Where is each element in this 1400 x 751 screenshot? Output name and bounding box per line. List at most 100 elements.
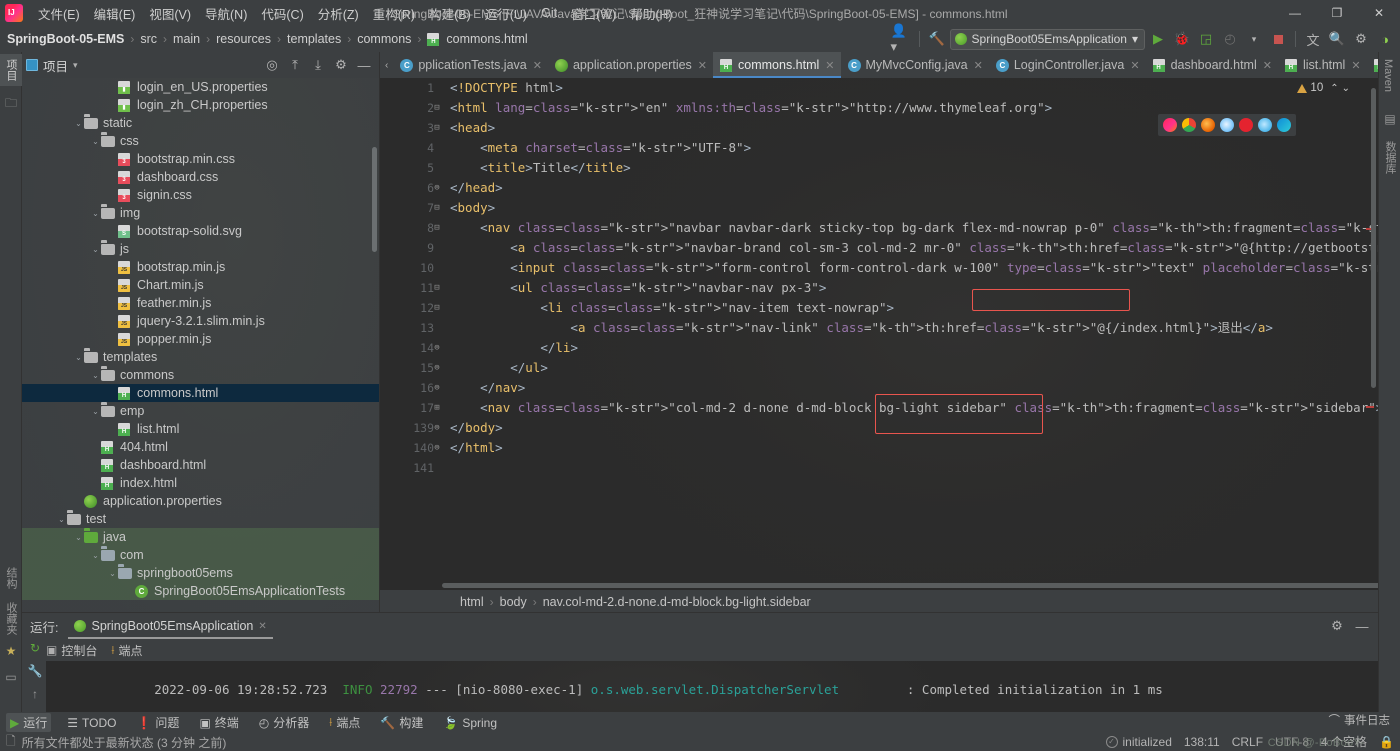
chevron-down-icon[interactable]: ⌄ xyxy=(90,245,101,254)
tree-item-chart-min-js[interactable]: Chart.min.js xyxy=(22,276,379,294)
run-icon[interactable]: ▶ xyxy=(1147,28,1169,50)
code-line[interactable]: <nav class=class="k-str">"navbar navbar-… xyxy=(442,218,1378,238)
next-problem-icon[interactable]: ⌄ xyxy=(1342,83,1350,94)
menu-build[interactable]: 构建(B) xyxy=(422,1,478,26)
tree-item-springboot05ems[interactable]: ⌄ springboot05ems xyxy=(22,564,379,582)
code-fold-icon[interactable]: ⊟ xyxy=(432,118,442,138)
tree-item-404-html[interactable]: 404.html xyxy=(22,438,379,456)
code-line[interactable]: <nav class=class="k-str">"col-md-2 d-non… xyxy=(442,398,1378,418)
status-button-endpoints[interactable]: ⟊ 端点 xyxy=(325,713,364,732)
code-line[interactable] xyxy=(442,458,1378,478)
editor-tab-application-properties[interactable]: application.properties ✕ xyxy=(548,52,713,78)
breadcrumb-templates[interactable]: templates xyxy=(287,32,341,46)
menu-view[interactable]: 视图(V) xyxy=(142,1,198,26)
line-separator[interactable]: CRLF xyxy=(1232,735,1263,749)
tree-item-dashboard-html[interactable]: dashboard.html xyxy=(22,456,379,474)
tabs-scroll-left-icon[interactable]: ‹ xyxy=(380,52,393,78)
chevron-down-icon[interactable]: ▾ xyxy=(73,60,78,71)
sidebar-item-database[interactable]: 数据库 xyxy=(1379,136,1400,179)
status-button-todo[interactable]: ☰ TODO xyxy=(63,715,120,731)
code-line[interactable]: <input class=class="k-str">"form-control… xyxy=(442,258,1378,278)
browser-launcher-bar[interactable] xyxy=(1158,114,1296,136)
tree-item-login-zh-ch-properties[interactable]: login_zh_CH.properties xyxy=(22,96,379,114)
breadcrumb-commons[interactable]: commons xyxy=(357,32,411,46)
editor-gutter[interactable]: 1 ⊟ 2 ⊟ 3 4 5 ⊜ 6 ⊟ 7 ⊟ 8 9 10 ⊟ 11 ⊟ 12 13 ⊜ 14 ⊜ 15 ⊜ 16 ⊞ 17 ⊜ 139… xyxy=(380,78,442,590)
hammer-icon[interactable]: 🔨 xyxy=(926,28,948,50)
menu-refactor[interactable]: 重构(R) xyxy=(366,1,422,26)
status-button-terminal[interactable]: ▣ 终端 xyxy=(195,713,242,732)
editor-tab-commons-html[interactable]: commons.html ✕ xyxy=(713,52,841,78)
code-line[interactable]: <body> xyxy=(442,198,1378,218)
sidebar-item-structure[interactable]: 结构 xyxy=(0,562,22,594)
chrome-icon[interactable] xyxy=(1182,118,1196,132)
close-icon[interactable]: ✕ xyxy=(698,59,707,72)
editor-vertical-scrollbar[interactable] xyxy=(1371,88,1376,388)
tree-item-java[interactable]: ⌄ java xyxy=(22,528,379,546)
menu-file[interactable]: 文件(E) xyxy=(31,1,87,26)
code-line[interactable]: </nav> xyxy=(442,378,1378,398)
code-fold-icon[interactable]: ⊟ xyxy=(432,278,442,298)
breadcrumb-main[interactable]: main xyxy=(173,32,200,46)
menu-code[interactable]: 代码(C) xyxy=(254,1,310,26)
project-tree[interactable]: login_en_US.properties login_zh_CH.proper… xyxy=(22,78,379,612)
status-button-profiler[interactable]: ◴ 分析器 xyxy=(255,713,314,732)
tree-item-jquery-3-2-1-slim-min-js[interactable]: jquery-3.2.1.slim.min.js xyxy=(22,312,379,330)
code-line[interactable]: <meta charset=class="k-str">"UTF-8"> xyxy=(442,138,1378,158)
status-button-spring[interactable]: 🍃 Spring xyxy=(439,715,501,731)
run-console-output[interactable]: 2022-09-06 19:28:52.723 INFO 22792 --- [… xyxy=(46,661,1378,712)
project-tree-scrollbar[interactable] xyxy=(372,147,377,252)
code-line[interactable]: <!DOCTYPE html> xyxy=(442,78,1378,98)
chevron-down-icon[interactable]: ⌄ xyxy=(90,407,101,416)
tree-item-commons[interactable]: ⌄ commons xyxy=(22,366,379,384)
close-icon[interactable]: ✕ xyxy=(258,621,266,632)
gear-icon[interactable]: ⚙ xyxy=(1326,615,1348,637)
editor-tab-list-html[interactable]: list.html ✕ xyxy=(1278,52,1367,78)
code-line[interactable]: <a class=class="k-str">"navbar-brand col… xyxy=(442,238,1378,258)
menu-window[interactable]: 窗口(W) xyxy=(564,1,623,26)
breadcrumb-src[interactable]: src xyxy=(140,32,157,46)
code-fold-icon[interactable]: ⊟ xyxy=(432,218,442,238)
close-icon[interactable]: ✕ xyxy=(1130,59,1139,72)
status-button-run[interactable]: ▶ 运行 xyxy=(6,713,52,732)
code-line[interactable]: </head> xyxy=(442,178,1378,198)
menu-edit[interactable]: 编辑(E) xyxy=(87,1,143,26)
run-subtab-console[interactable]: ▣ 控制台 xyxy=(46,642,97,659)
code-line[interactable]: <title>Title</title> xyxy=(442,158,1378,178)
code-line[interactable]: <ul class=class="k-str">"navbar-nav px-3… xyxy=(442,278,1378,298)
tree-item-feather-min-js[interactable]: feather.min.js xyxy=(22,294,379,312)
chevron-down-icon[interactable]: ⌄ xyxy=(73,119,84,128)
hide-panel-icon[interactable]: — xyxy=(353,54,375,76)
tree-item-templates[interactable]: ⌄ templates xyxy=(22,348,379,366)
tree-item-popper-min-js[interactable]: popper.min.js xyxy=(22,330,379,348)
run-subtab-endpoints[interactable]: ⟊ 端点 xyxy=(111,642,142,659)
ie-icon[interactable] xyxy=(1258,118,1272,132)
close-icon[interactable]: ✕ xyxy=(974,59,983,72)
tree-item-login-en-us-properties[interactable]: login_en_US.properties xyxy=(22,78,379,96)
editor-tab-mymvcconfig-java[interactable]: MyMvcConfig.java ✕ xyxy=(841,52,989,78)
intellij-icon[interactable] xyxy=(1163,118,1177,132)
settings-gear-icon[interactable]: ⚙ xyxy=(1350,28,1372,50)
tree-item-js[interactable]: ⌄ js xyxy=(22,240,379,258)
tree-item-springboot05emsapplicationtests[interactable]: SpringBoot05EmsApplicationTests xyxy=(22,582,379,600)
close-icon[interactable]: ✕ xyxy=(1263,59,1272,72)
tree-item-com[interactable]: ⌄ com xyxy=(22,546,379,564)
menu-analyze[interactable]: 分析(Z) xyxy=(311,1,366,26)
vcs-status[interactable]: ✓ initialized xyxy=(1105,735,1172,749)
code-fold-icon[interactable]: ⊜ xyxy=(432,378,442,398)
chevron-down-icon[interactable]: ⌄ xyxy=(56,515,67,524)
close-icon[interactable]: ✕ xyxy=(533,59,542,72)
status-button-problems[interactable]: ❗ 问题 xyxy=(132,713,183,732)
tree-item-bootstrap-min-css[interactable]: bootstrap.min.css xyxy=(22,150,379,168)
menu-help[interactable]: 帮助(H) xyxy=(623,1,679,26)
chevron-down-icon[interactable]: ⌄ xyxy=(90,551,101,560)
editor-tab-pplicationtests-java[interactable]: pplicationTests.java ✕ xyxy=(393,52,548,78)
breadcrumb-file[interactable]: commons.html xyxy=(446,32,527,46)
code-editor[interactable]: 1 ⊟ 2 ⊟ 3 4 5 ⊜ 6 ⊟ 7 ⊟ 8 9 10 ⊟ 11 ⊟ 12 13 ⊜ 14 ⊜ 15 ⊜ 16 ⊞ 17 ⊜ 139… xyxy=(380,78,1378,590)
chevron-down-icon[interactable]: ⌄ xyxy=(90,371,101,380)
run-tab-springboot05emsapplication[interactable]: SpringBoot05EmsApplication ✕ xyxy=(68,616,274,639)
minimize-button[interactable]: — xyxy=(1274,0,1316,26)
user-icon[interactable]: 👤▾ xyxy=(891,23,913,54)
run-configuration-selector[interactable]: SpringBoot05EmsApplication ▾ xyxy=(949,28,1145,50)
star-icon[interactable]: ★ xyxy=(0,644,22,658)
menu-run[interactable]: 运行(U) xyxy=(478,1,534,26)
